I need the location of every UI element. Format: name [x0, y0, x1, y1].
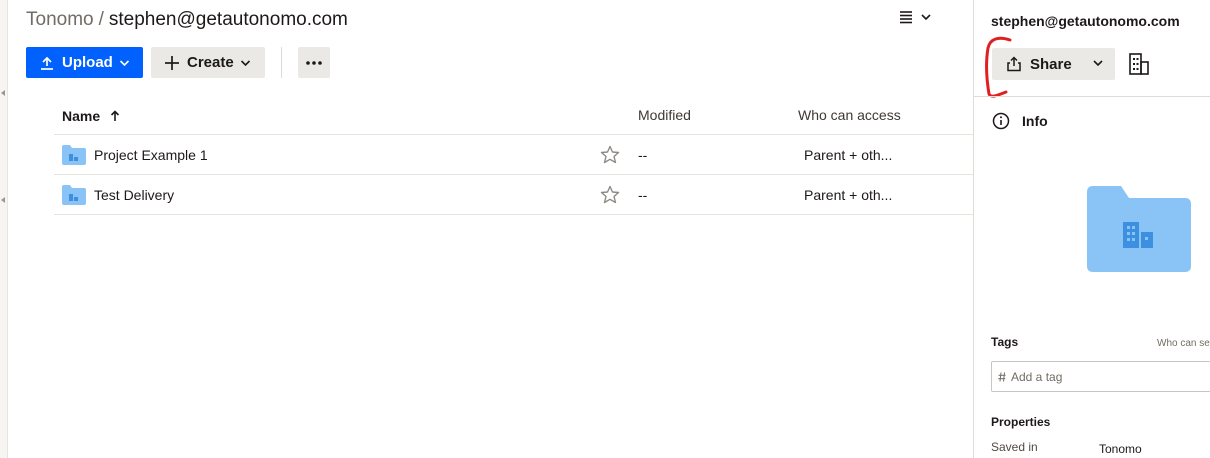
properties-label: Properties: [991, 415, 1051, 429]
column-access-header[interactable]: Who can access: [798, 107, 901, 123]
add-tag-placeholder: Add a tag: [1011, 369, 1063, 384]
saved-in-key: Saved in: [991, 440, 1038, 454]
plus-icon: [165, 55, 179, 70]
file-access[interactable]: Parent + oth...: [804, 147, 892, 163]
share-label: Share: [1030, 55, 1072, 73]
sort-up-icon: [111, 110, 120, 121]
file-table: Name Modified Who can access Project Exa…: [54, 97, 973, 215]
table-header: Name Modified Who can access: [54, 97, 973, 135]
file-name[interactable]: Project Example 1: [94, 147, 208, 163]
left-scroll-strip: [0, 0, 8, 458]
file-access[interactable]: Parent + oth...: [804, 187, 892, 203]
tags-label: Tags: [991, 335, 1019, 349]
share-icon: [1007, 56, 1021, 72]
add-tag-input[interactable]: Add a tag: [991, 361, 1210, 392]
saved-in-value[interactable]: Tonomo: [1099, 442, 1142, 456]
upload-button[interactable]: Upload: [26, 47, 143, 78]
sidebar-divider: [974, 96, 1210, 97]
file-name[interactable]: Test Delivery: [94, 187, 174, 203]
list-view-icon: [900, 11, 912, 24]
share-divider: [1086, 48, 1087, 80]
file-modified: --: [638, 187, 648, 203]
more-options-button[interactable]: [298, 47, 330, 78]
file-modified: --: [638, 147, 648, 163]
info-section-header[interactable]: Info: [992, 112, 1048, 130]
info-icon: [992, 112, 1010, 130]
building-icon[interactable]: [1128, 52, 1150, 76]
toolbar-divider: [281, 47, 282, 78]
star-icon[interactable]: [600, 185, 620, 204]
collapse-arrow-icon[interactable]: [1, 90, 5, 96]
breadcrumb-root[interactable]: Tonomo: [26, 9, 94, 30]
column-name-label: Name: [62, 108, 101, 124]
chevron-down-icon: [921, 14, 931, 21]
hash-icon: [998, 371, 1006, 382]
main-content: Tonomo / stephen@getautonomo.com Upload Cr…: [8, 0, 973, 458]
chevron-down-icon[interactable]: [1092, 58, 1104, 68]
breadcrumb-current: stephen@getautonomo.com: [108, 9, 348, 30]
folder-icon: [62, 145, 86, 165]
table-row[interactable]: Project Example 1 -- Parent + oth...: [54, 135, 973, 175]
create-label: Create: [187, 54, 234, 71]
info-label: Info: [1022, 113, 1048, 129]
collapse-arrow-icon[interactable]: [1, 197, 5, 203]
more-icon: [306, 60, 322, 65]
column-modified-header[interactable]: Modified: [638, 107, 691, 123]
chevron-down-icon: [240, 59, 250, 66]
toolbar: Upload Create: [26, 47, 330, 78]
folder-icon: [62, 185, 86, 205]
breadcrumb-separator: /: [98, 9, 104, 30]
who-can-see-label: Who can se: [1157, 338, 1210, 349]
upload-icon: [41, 56, 53, 70]
create-button[interactable]: Create: [151, 47, 265, 78]
upload-label: Upload: [62, 54, 113, 71]
sidebar-title: stephen@getautonomo.com: [991, 13, 1180, 29]
view-toggle-button[interactable]: [898, 10, 932, 24]
chevron-down-icon: [119, 59, 129, 66]
table-row[interactable]: Test Delivery -- Parent + oth...: [54, 175, 973, 215]
details-sidebar: stephen@getautonomo.com Share Info Tags …: [973, 0, 1210, 458]
folder-preview-icon: [1087, 186, 1191, 272]
star-icon[interactable]: [600, 145, 620, 164]
breadcrumb: Tonomo / stephen@getautonomo.com: [26, 9, 348, 31]
column-name-header[interactable]: Name: [62, 108, 120, 124]
share-button[interactable]: Share: [992, 48, 1115, 80]
